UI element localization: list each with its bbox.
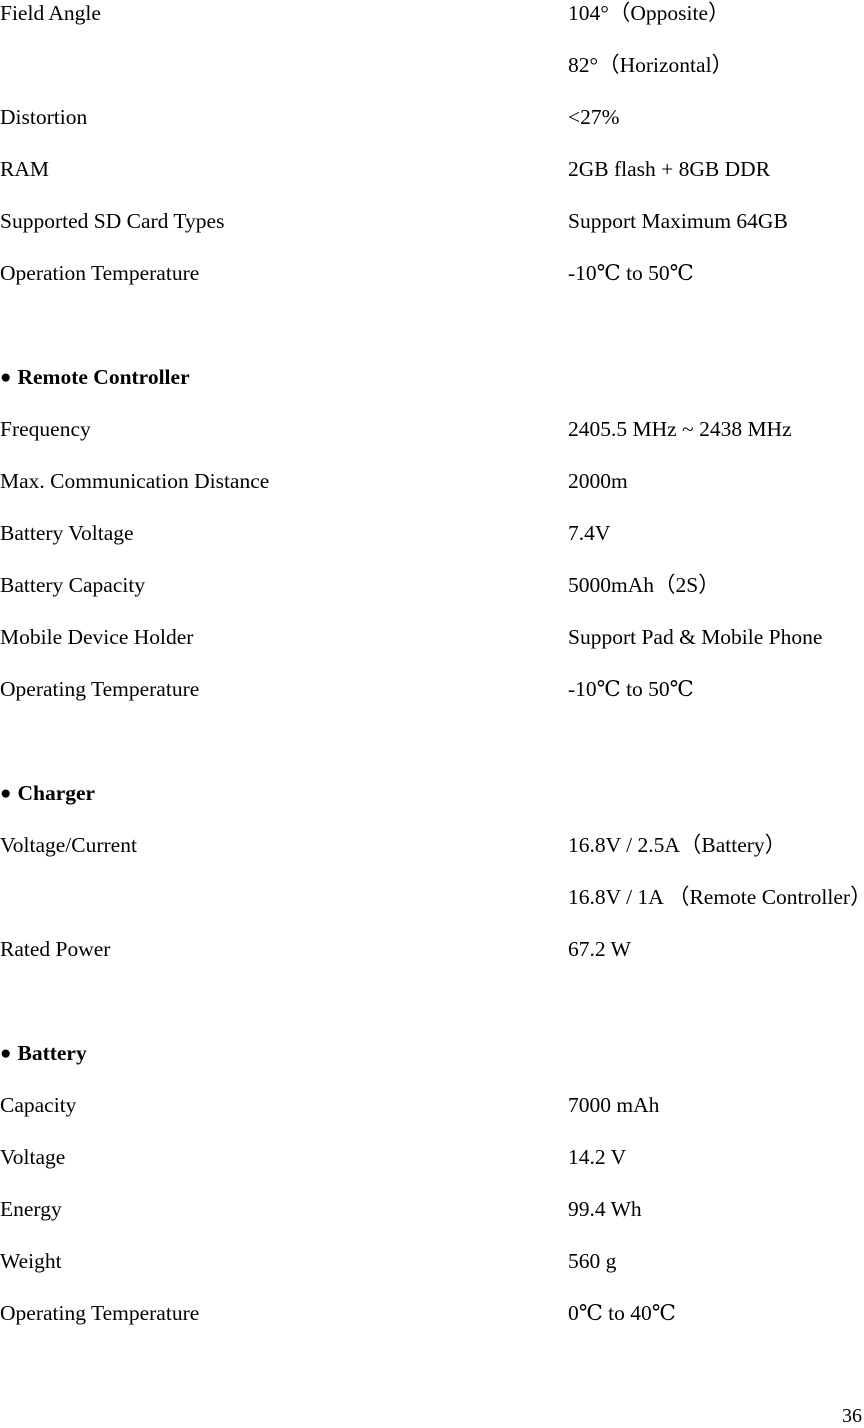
spec-label: Energy (0, 1197, 62, 1221)
table-row: Energy 99.4 Wh (0, 1196, 864, 1248)
section-header-text: Battery (17, 1041, 87, 1065)
spec-value: 2000m (568, 469, 628, 493)
spec-value: 14.2 V (568, 1145, 627, 1169)
table-row: Frequency 2405.5 MHz ~ 2438 MHz (0, 416, 864, 468)
spec-label: Mobile Device Holder (0, 625, 194, 649)
table-row: Max. Communication Distance 2000m (0, 468, 864, 520)
table-row: Operating Temperature 0℃ to 40℃ (0, 1300, 864, 1352)
section-header-text: Charger (17, 781, 96, 805)
spec-label: Weight (0, 1249, 62, 1273)
spec-label: Operation Temperature (0, 261, 200, 285)
bullet-icon: ● (0, 366, 12, 388)
spec-label: Capacity (0, 1093, 77, 1117)
table-row: RAM 2GB flash + 8GB DDR (0, 156, 864, 208)
spec-label: Operating Temperature (0, 677, 200, 701)
spec-label: Battery Capacity (0, 573, 146, 597)
spec-label: Max. Communication Distance (0, 469, 270, 493)
section-header-text: Remote Controller (17, 365, 190, 389)
spec-value: 16.8V / 2.5A（Battery） (568, 833, 787, 857)
specification-table: Field Angle 104°（Opposite） 82°（Horizontal）… (0, 0, 864, 1352)
spec-value: 82°（Horizontal） (568, 53, 734, 77)
spec-value: 560 g (568, 1249, 617, 1273)
page-number: 36 (842, 1405, 862, 1427)
section-header-label: ● Battery (0, 1040, 87, 1067)
spec-value: -10℃ to 50℃ (568, 677, 694, 701)
spec-value: <27% (568, 105, 620, 129)
spec-label: Voltage/Current (0, 833, 137, 857)
spec-value: Support Maximum 64GB (568, 209, 788, 233)
bullet-icon: ● (0, 782, 12, 804)
spec-label: RAM (0, 157, 49, 181)
spec-value: 2405.5 MHz ~ 2438 MHz (568, 417, 792, 441)
table-row: Rated Power 67.2 W (0, 936, 864, 988)
table-row: Operating Temperature -10℃ to 50℃ (0, 676, 864, 728)
table-row: Supported SD Card Types Support Maximum 6… (0, 208, 864, 260)
spec-value: 7.4V (568, 521, 611, 545)
spec-value: Support Pad & Mobile Phone (568, 625, 823, 649)
table-row: Operation Temperature -10℃ to 50℃ (0, 260, 864, 312)
spec-value: -10℃ to 50℃ (568, 261, 694, 285)
bullet-icon: ● (0, 1042, 12, 1064)
section-header-row: ● Battery (0, 1040, 864, 1092)
spec-label: Supported SD Card Types (0, 209, 225, 233)
table-row: Battery Voltage 7.4V (0, 520, 864, 572)
spec-value: 5000mAh（2S） (568, 573, 720, 597)
table-row: 82°（Horizontal） (0, 52, 864, 104)
table-row: Battery Capacity 5000mAh（2S） (0, 572, 864, 624)
section-header-label: ● Remote Controller (0, 364, 190, 391)
spec-label: Frequency (0, 417, 91, 441)
table-row: Voltage 14.2 V (0, 1144, 864, 1196)
spec-label: Field Angle (0, 1, 101, 25)
spec-value: 16.8V / 1A （Remote Controller） (568, 885, 864, 909)
spec-label: Rated Power (0, 937, 111, 961)
spec-value: 0℃ to 40℃ (568, 1301, 676, 1325)
spec-value: 2GB flash + 8GB DDR (568, 157, 771, 181)
spec-value: 67.2 W (568, 937, 631, 961)
section-header-row: ● Remote Controller (0, 364, 864, 416)
table-spacer-row (0, 312, 864, 364)
spec-value: 104°（Opposite） (568, 1, 730, 25)
spec-label: Battery Voltage (0, 521, 134, 545)
section-header-label: ● Charger (0, 780, 95, 807)
spec-value: 99.4 Wh (568, 1197, 642, 1221)
spec-value: 7000 mAh (568, 1093, 660, 1117)
spec-label: Distortion (0, 105, 88, 129)
table-row: 16.8V / 1A （Remote Controller） (0, 884, 864, 936)
table-spacer-row (0, 728, 864, 780)
table-row: Capacity 7000 mAh (0, 1092, 864, 1144)
table-row: Voltage/Current 16.8V / 2.5A（Battery） (0, 832, 864, 884)
table-row: Weight 560 g (0, 1248, 864, 1300)
table-row: Mobile Device Holder Support Pad & Mobile… (0, 624, 864, 676)
spec-label: Voltage (0, 1145, 66, 1169)
table-spacer-row (0, 988, 864, 1040)
section-header-row: ● Charger (0, 780, 864, 832)
spec-label: Operating Temperature (0, 1301, 200, 1325)
table-row: Distortion <27% (0, 104, 864, 156)
document-page: Field Angle 104°（Opposite） 82°（Horizontal）… (0, 0, 864, 1428)
table-row: Field Angle 104°（Opposite） (0, 0, 864, 52)
